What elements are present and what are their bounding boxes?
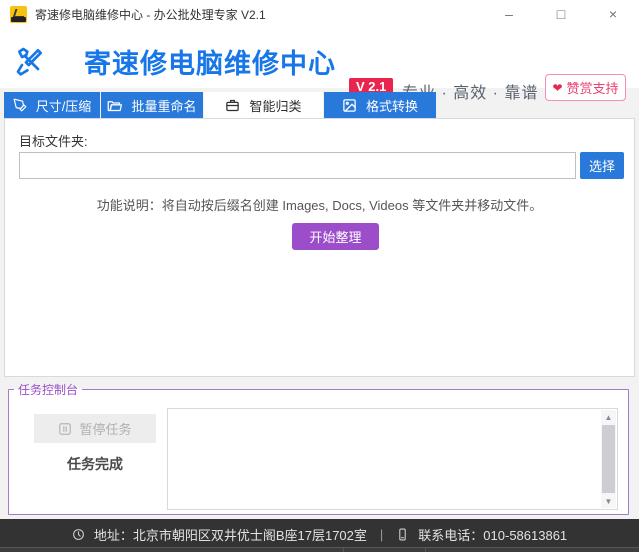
footer-phone: 联系电话：010-58613861 <box>418 525 567 544</box>
briefcase-icon <box>225 98 240 113</box>
app-header: 寄速修电脑维修中心 V 2.1 专业 · 高效 · 靠谱 ❤ 赞赏支持 <box>0 28 639 88</box>
scrollbar-thumb[interactable] <box>602 425 615 493</box>
pause-label: 暂停任务 <box>79 419 131 438</box>
donate-label: 赞赏支持 <box>567 78 619 97</box>
task-log-text <box>170 411 600 507</box>
pause-icon <box>58 422 72 436</box>
close-button[interactable]: × <box>587 0 639 28</box>
task-console: 任务控制台 暂停任务 任务完成 ▲ ▼ <box>8 381 629 515</box>
minimize-button[interactable]: – <box>483 0 535 28</box>
app-window: 寄速修电脑维修中心 - 办公批处理专家 V2.1 – □ × 寄速修电脑维修中心… <box>0 0 639 552</box>
window-title: 寄速修电脑维修中心 - 办公批处理专家 V2.1 <box>35 6 266 23</box>
donate-button[interactable]: ❤ 赞赏支持 <box>545 74 626 101</box>
choose-folder-button[interactable]: 选择 <box>580 152 624 179</box>
tools-icon <box>14 45 46 82</box>
start-sort-button[interactable]: 开始整理 <box>292 223 379 250</box>
log-scrollbar[interactable]: ▲ ▼ <box>601 410 616 508</box>
tab-size-compress[interactable]: 尺寸/压缩 <box>4 92 100 118</box>
footer-address: 地址：北京市朝阳区双井优士阁B座17层1702室 <box>94 525 367 544</box>
title-bar: 寄速修电脑维修中心 - 办公批处理专家 V2.1 – □ × <box>0 0 639 28</box>
target-folder-label: 目标文件夹: <box>19 131 88 150</box>
footer-contact-line: 地址：北京市朝阳区双井优士阁B座17层1702室 | 联系电话：010-5861… <box>0 525 639 544</box>
strip-divider <box>343 548 344 552</box>
feature-description: 功能说明：将自动按后缀名创建 Images, Docs, Videos 等文件夹… <box>5 195 634 214</box>
window-controls: – □ × <box>483 0 639 28</box>
task-status-text: 任务完成 <box>34 454 156 474</box>
footer-bar: 地址：北京市朝阳区双井优士阁B座17层1702室 | 联系电话：010-5861… <box>0 519 639 552</box>
app-title: 寄速修电脑维修中心 <box>84 42 336 81</box>
clock-icon <box>72 528 85 541</box>
task-console-legend: 任务控制台 <box>14 381 82 398</box>
image-icon <box>342 98 357 113</box>
smart-sort-panel: 目标文件夹: 选择 功能说明：将自动按后缀名创建 Images, Docs, V… <box>4 118 635 377</box>
tab-label: 格式转换 <box>366 96 418 115</box>
footer-bottom-strip <box>0 547 639 552</box>
strip-divider <box>425 548 426 552</box>
pen-icon <box>13 98 27 112</box>
tab-label: 尺寸/压缩 <box>36 96 92 115</box>
tab-format-convert[interactable]: 格式转换 <box>324 92 436 118</box>
pause-task-button[interactable]: 暂停任务 <box>34 414 156 443</box>
scroll-down-icon[interactable]: ▼ <box>601 494 616 508</box>
maximize-button[interactable]: □ <box>535 0 587 28</box>
phone-icon <box>396 528 409 541</box>
scroll-up-icon[interactable]: ▲ <box>601 410 616 424</box>
tab-batch-rename[interactable]: 批量重命名 <box>101 92 203 118</box>
tab-bar: 尺寸/压缩 批量重命名 智能归类 格式转换 <box>4 92 436 118</box>
folder-icon <box>107 98 122 113</box>
heart-icon: ❤ <box>552 81 562 95</box>
tab-label: 智能归类 <box>249 96 301 115</box>
app-logo-icon <box>10 6 27 23</box>
tab-label: 批量重命名 <box>131 96 196 115</box>
tab-smart-sort[interactable]: 智能归类 <box>204 92 323 118</box>
task-log-area[interactable]: ▲ ▼ <box>167 408 618 510</box>
footer-separator: | <box>376 527 387 542</box>
target-folder-input[interactable] <box>19 152 576 179</box>
